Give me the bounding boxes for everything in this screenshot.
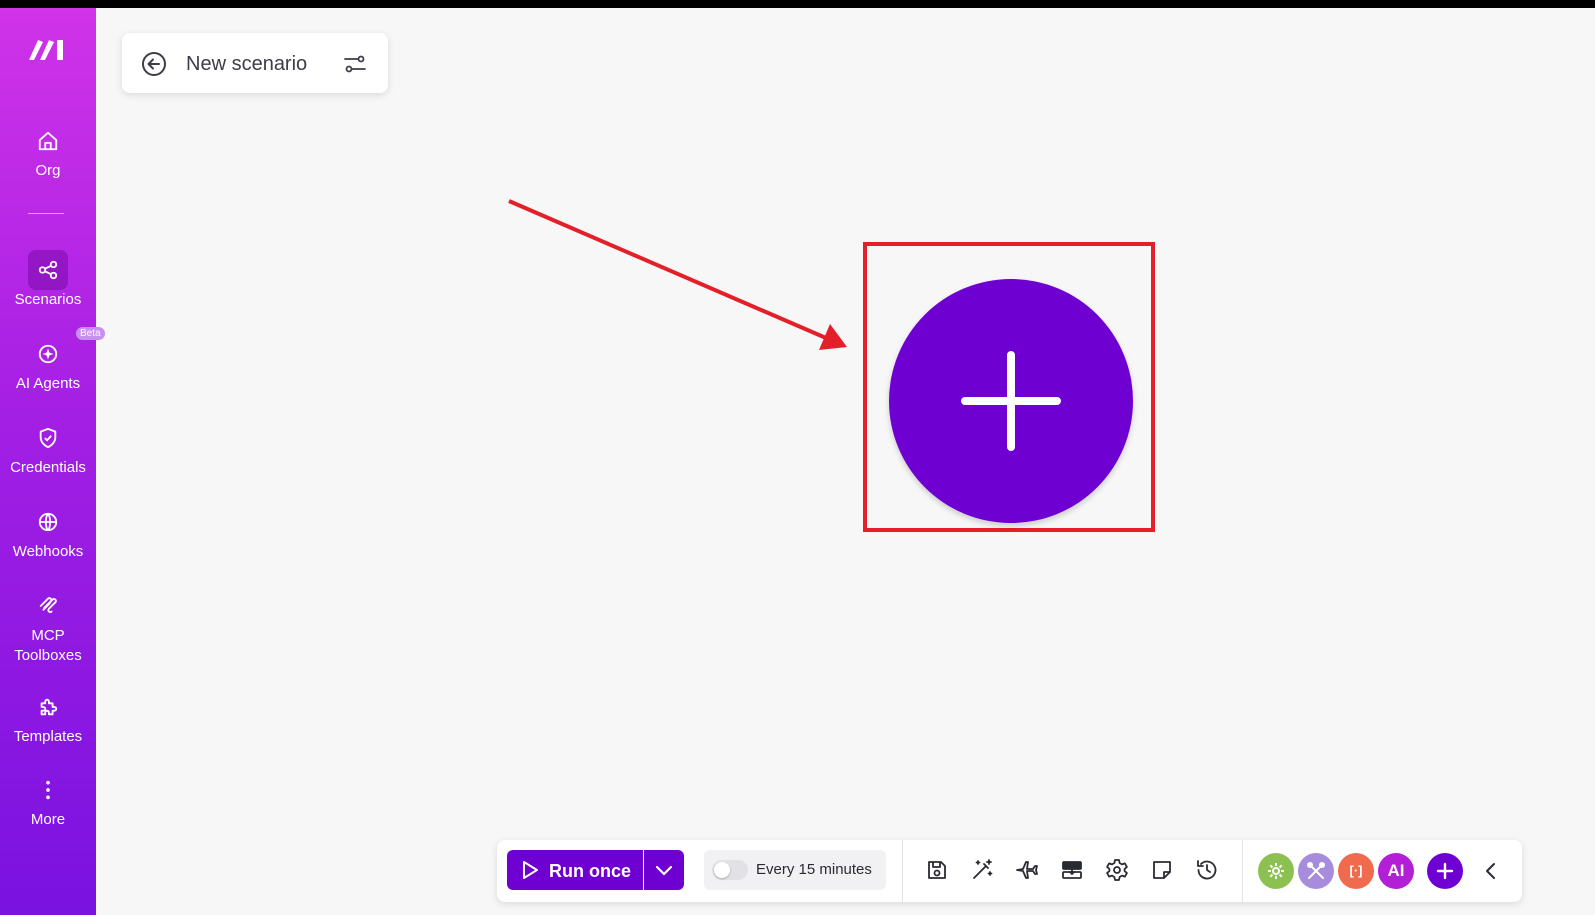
history-icon bbox=[1197, 860, 1217, 880]
ai-label: AI bbox=[1387, 861, 1405, 880]
schedule-label[interactable]: Every 15 minutes bbox=[756, 861, 872, 879]
flow-control-button[interactable] bbox=[1058, 856, 1086, 884]
top-bar bbox=[0, 0, 1595, 8]
sidebar-item-label: MCP Toolboxes bbox=[14, 627, 82, 664]
bottom-toolbar: Run once Every 15 minutes [·] AI bbox=[497, 840, 1522, 902]
schedule-toggle[interactable] bbox=[712, 860, 748, 880]
sidebar-item-credentials[interactable]: Credentials bbox=[0, 418, 96, 478]
sliders-icon[interactable] bbox=[342, 51, 368, 77]
sidebar-item-label: Credentials bbox=[10, 459, 86, 476]
toolbar-divider bbox=[902, 840, 903, 902]
sidebar-item-label: AI Agents bbox=[15, 375, 81, 392]
flow-control-icon bbox=[1062, 861, 1082, 879]
text-parser-chip[interactable]: [·] bbox=[1338, 853, 1374, 889]
notes-button[interactable] bbox=[1148, 856, 1176, 884]
toolbar-divider bbox=[1242, 840, 1243, 902]
sidebar-item-ai-agents[interactable]: Beta AI Agents bbox=[0, 327, 105, 394]
save-icon bbox=[928, 861, 946, 879]
sidebar-item-webhooks[interactable]: Webhooks bbox=[0, 502, 96, 562]
globe-icon bbox=[28, 502, 68, 542]
sidebar-divider bbox=[28, 213, 64, 214]
vertical-dots-icon bbox=[28, 770, 68, 810]
puzzle-icon bbox=[28, 687, 68, 727]
tools-cross-icon bbox=[1307, 862, 1325, 879]
plus-icon bbox=[961, 351, 1061, 451]
annotation-arrow bbox=[508, 199, 847, 350]
scenario-title[interactable]: New scenario bbox=[186, 51, 307, 77]
sidebar-item-label: More bbox=[30, 811, 66, 828]
text-parser-label: [·] bbox=[1349, 863, 1363, 878]
sidebar-item-label: Org bbox=[35, 162, 61, 179]
add-chip[interactable] bbox=[1427, 853, 1463, 889]
run-options-dropdown[interactable] bbox=[644, 850, 684, 890]
magic-wand-icon bbox=[973, 859, 993, 879]
chevron-left-icon bbox=[1486, 863, 1495, 879]
scenario-settings-button[interactable] bbox=[1103, 856, 1131, 884]
share-nodes-icon bbox=[28, 250, 68, 290]
gear-icon bbox=[1106, 859, 1128, 881]
toggle-knob bbox=[714, 862, 730, 878]
mcp-icon bbox=[28, 586, 68, 626]
airplane-icon bbox=[1016, 861, 1038, 879]
explain-flow-button[interactable] bbox=[1013, 856, 1041, 884]
beta-badge: Beta bbox=[76, 327, 105, 340]
flow-chip[interactable] bbox=[1298, 853, 1334, 889]
save-button[interactable] bbox=[923, 856, 951, 884]
ai-chip[interactable]: AI bbox=[1378, 853, 1414, 889]
history-button[interactable] bbox=[1193, 856, 1221, 884]
note-icon bbox=[1153, 861, 1171, 879]
scenario-title-card: New scenario bbox=[122, 33, 388, 93]
sidebar-item-templates[interactable]: Templates bbox=[0, 687, 96, 747]
run-once-button[interactable]: Run once bbox=[507, 850, 643, 890]
chevron-down-icon bbox=[655, 865, 673, 876]
auto-align-button[interactable] bbox=[968, 856, 996, 884]
sidebar-item-label: Webhooks bbox=[12, 543, 84, 560]
shield-check-icon bbox=[28, 418, 68, 458]
home-icon bbox=[28, 121, 68, 161]
sidebar-item-label: Templates bbox=[13, 728, 83, 745]
sparkle-icon: Beta bbox=[28, 327, 105, 374]
add-module-button[interactable] bbox=[889, 279, 1133, 523]
sidebar-item-more[interactable]: More bbox=[0, 770, 96, 830]
sidebar-item-org[interactable]: Org bbox=[0, 121, 96, 181]
sidebar-item-scenarios[interactable]: Scenarios bbox=[0, 250, 96, 310]
sidebar-item-label: Scenarios bbox=[14, 291, 82, 308]
sidebar-item-mcp-toolboxes[interactable]: MCP Toolboxes bbox=[0, 586, 96, 666]
sidebar: Org Scenarios Beta AI Agents Credentials… bbox=[0, 8, 105, 915]
collapse-toolbar-button[interactable] bbox=[1477, 857, 1505, 885]
gear-icon bbox=[1268, 863, 1284, 879]
plus-icon bbox=[1436, 862, 1454, 880]
schedule-control: Every 15 minutes bbox=[704, 850, 886, 890]
make-logo-icon[interactable] bbox=[27, 36, 67, 62]
tools-chip[interactable] bbox=[1258, 853, 1294, 889]
play-icon bbox=[523, 861, 538, 879]
run-once-label: Run once bbox=[549, 861, 632, 881]
arrow-left-circle-icon[interactable] bbox=[140, 50, 168, 78]
